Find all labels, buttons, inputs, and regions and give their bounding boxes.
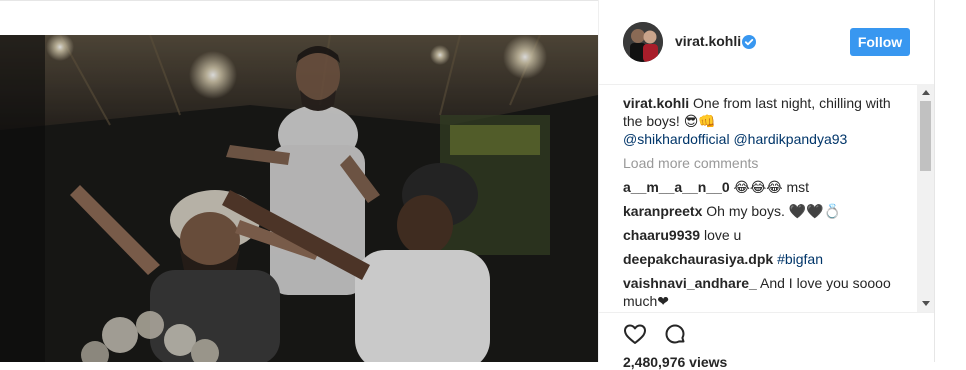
comment-username[interactable]: chaaru9939 [623,227,700,243]
post-actions: 2,480,976 views [599,312,935,370]
comment-bubble-icon[interactable] [663,322,687,346]
post-photo[interactable] [0,35,598,362]
verified-badge-icon [742,35,756,49]
comment-text: 😂😂😂 mst [733,179,810,195]
heart-icon[interactable] [623,322,647,346]
scroll-down-arrow-icon[interactable] [917,295,934,312]
comment-item: vaishnavi_andhare_ And I love you soooo … [623,274,913,310]
scrollbar-thumb[interactable] [920,101,931,171]
comment-item: chaaru9939 love u [623,226,913,244]
comment-text: Oh my boys. 🖤🖤💍 [706,203,842,219]
comment-text: love u [703,227,742,243]
avatar[interactable] [623,22,663,62]
comments-scrollbar[interactable] [917,84,934,312]
comment-item: karanpreetx Oh my boys. 🖤🖤💍 [623,202,913,220]
comment-item: deepakchaurasiya.dpk #bigfan [623,250,913,268]
load-more-comments-link[interactable]: Load more comments [623,154,913,172]
scroll-up-arrow-icon[interactable] [917,84,934,101]
view-count: 2,480,976 views [623,354,728,370]
comment-hashtag[interactable]: #bigfan [777,251,823,267]
comment-username[interactable]: vaishnavi_andhare_ [623,275,757,291]
comment-username[interactable]: karanpreetx [623,203,702,219]
caption-mention-hardikpandya93[interactable]: @hardikpandya93 [733,131,847,147]
comment-username[interactable]: deepakchaurasiya.dpk [623,251,773,267]
post-author-username[interactable]: virat.kohli [675,33,741,49]
right-divider [934,0,935,362]
post-side-panel: virat.kohli Follow virat.kohli One from … [598,0,935,370]
caption-username[interactable]: virat.kohli [623,95,689,111]
caption-mention-shikhardofficial[interactable]: @shikhardofficial [623,131,730,147]
post-header: virat.kohli Follow [599,0,935,85]
follow-button[interactable]: Follow [850,28,910,56]
comment-item: a__m__a__n__0 😂😂😂 mst [623,178,913,196]
post-caption: virat.kohli One from last night, chillin… [623,94,913,148]
comments-list: virat.kohli One from last night, chillin… [623,94,913,314]
comment-username[interactable]: a__m__a__n__0 [623,179,730,195]
